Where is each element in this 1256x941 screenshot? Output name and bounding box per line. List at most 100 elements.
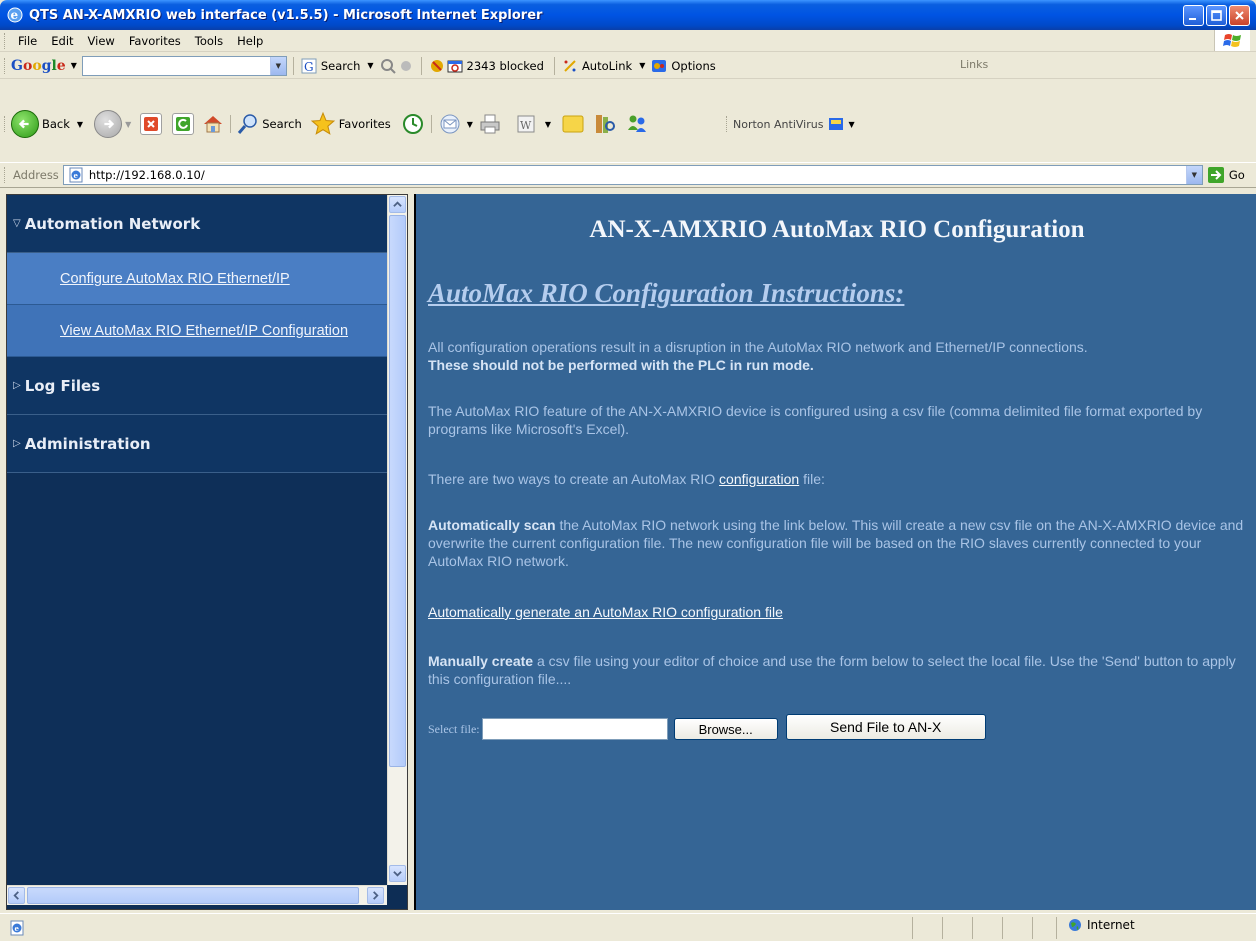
print-icon[interactable]	[478, 112, 502, 136]
configuration-link[interactable]: configuration	[719, 471, 799, 487]
nav-section-automation-network[interactable]: ▽ Automation Network	[7, 195, 387, 253]
google-search-input[interactable]: ▼	[81, 55, 287, 76]
content-frame: AN-X-AMXRIO AutoMax RIO Configuration Au…	[414, 194, 1256, 910]
browse-button[interactable]: Browse...	[673, 718, 778, 740]
go-arrow-icon	[1207, 166, 1225, 184]
nav-link-view-automax-rio-config[interactable]: View AutoMax RIO Ethernet/IP Configurati…	[7, 305, 387, 357]
warning-bold: These should not be performed with the P…	[428, 357, 814, 373]
scroll-right-button[interactable]	[367, 887, 384, 904]
go-label: Go	[1228, 168, 1245, 182]
toolbar-grip[interactable]	[4, 32, 7, 49]
chevron-down-icon[interactable]: ▼	[125, 120, 131, 129]
favorites-star-icon[interactable]	[310, 111, 336, 137]
search-icon[interactable]	[237, 113, 259, 135]
autolink-label[interactable]: AutoLink	[582, 59, 632, 73]
chevron-down-icon[interactable]: ▼	[367, 61, 373, 70]
autolink-icon[interactable]	[561, 57, 579, 75]
menu-edit[interactable]: Edit	[44, 34, 80, 48]
svg-text:e: e	[15, 924, 20, 933]
window-title: QTS AN-X-AMXRIO web interface (v1.5.5) -…	[29, 7, 543, 23]
warning-paragraph: All configuration operations result in a…	[428, 339, 1088, 373]
maximize-button[interactable]	[1206, 4, 1227, 26]
go-button[interactable]: Go	[1207, 166, 1245, 184]
highlight-icon[interactable]	[397, 57, 415, 75]
nav-link-configure-automax-rio[interactable]: Configure AutoMax RIO Ethernet/IP	[7, 253, 387, 305]
instructions-heading[interactable]: AutoMax RIO Configuration Instructions:	[428, 278, 904, 309]
scroll-down-button[interactable]	[389, 865, 406, 882]
pagerank-icon[interactable]	[379, 57, 397, 75]
favorites-button[interactable]: Favorites	[339, 117, 391, 131]
norton-antivirus-label[interactable]: Norton AntiVirus	[733, 118, 823, 131]
google-search-label[interactable]: Search	[321, 59, 361, 73]
google-toolbar: Google ▼ ▼ G Search ▼ 2343 blocked AutoL…	[0, 53, 1256, 79]
page-icon: e	[67, 166, 85, 184]
norton-icon[interactable]	[827, 115, 845, 133]
menu-view[interactable]: View	[81, 34, 122, 48]
two-ways-paragraph: There are two ways to create an AutoMax …	[428, 471, 825, 487]
search-button[interactable]: Search	[262, 117, 302, 131]
chevron-down-icon[interactable]: ▼	[467, 120, 473, 129]
chevron-down-icon[interactable]: ▼	[545, 120, 551, 129]
options-icon[interactable]	[650, 57, 668, 75]
google-logo[interactable]: Google	[11, 58, 66, 74]
title-bar[interactable]: e QTS AN-X-AMXRIO web interface (v1.5.5)…	[0, 0, 1256, 30]
nav-section-log-files[interactable]: ▷ Log Files	[7, 357, 387, 415]
vertical-scrollbar[interactable]	[387, 195, 407, 885]
menu-file[interactable]: File	[11, 34, 44, 48]
google-search-icon[interactable]: G	[300, 57, 318, 75]
home-icon[interactable]	[202, 113, 224, 135]
back-arrow-icon[interactable]	[11, 110, 39, 138]
toolbar-grip[interactable]	[4, 57, 7, 74]
scroll-thumb[interactable]	[389, 215, 406, 767]
address-input[interactable]: e http://192.168.0.10/ ▼	[62, 165, 1203, 185]
file-path-input[interactable]	[481, 718, 668, 740]
popup-blocker-icon[interactable]	[446, 57, 464, 75]
separator	[508, 115, 509, 133]
forward-arrow-icon[interactable]	[94, 110, 123, 138]
send-file-button[interactable]: Send File to AN-X	[785, 714, 986, 740]
svg-text:W: W	[520, 119, 532, 132]
chevron-down-icon[interactable]: ▼	[269, 56, 286, 75]
messenger-icon[interactable]	[624, 112, 650, 136]
standard-toolbar: Back ▼ ▼ Search Favorites ▼ W ▼ Norton A…	[0, 80, 1256, 168]
chevron-down-icon[interactable]: ▼	[71, 61, 77, 70]
auto-scan-paragraph: Automatically scan the AutoMax RIO netwo…	[428, 517, 1244, 569]
nav-section-label: Administration	[24, 434, 151, 453]
stop-icon[interactable]	[140, 113, 163, 135]
popup-icon[interactable]	[428, 57, 446, 75]
navigation-menu: ▽ Automation Network Configure AutoMax R…	[7, 195, 387, 885]
links-label[interactable]: Links	[960, 58, 988, 71]
chevron-down-icon[interactable]: ▼	[848, 120, 854, 129]
research-icon[interactable]	[592, 112, 618, 136]
status-cell	[912, 916, 942, 939]
scroll-left-button[interactable]	[8, 887, 25, 904]
edit-word-icon[interactable]: W	[515, 113, 537, 135]
navigation-frame: ▽ Automation Network Configure AutoMax R…	[6, 194, 408, 910]
refresh-icon[interactable]	[172, 113, 195, 135]
chevron-down-icon[interactable]: ▼	[1185, 166, 1202, 184]
separator	[553, 56, 555, 75]
menu-favorites[interactable]: Favorites	[122, 34, 188, 48]
chevron-down-icon[interactable]: ▼	[639, 61, 645, 70]
separator	[230, 115, 232, 133]
options-label[interactable]: Options	[671, 59, 715, 73]
blocked-count[interactable]: 2343 blocked	[467, 59, 544, 73]
close-button[interactable]	[1229, 4, 1250, 26]
menu-help[interactable]: Help	[230, 34, 270, 48]
scroll-thumb[interactable]	[27, 887, 359, 904]
history-icon[interactable]	[401, 112, 425, 136]
toolbar-grip[interactable]	[4, 167, 7, 183]
menu-tools[interactable]: Tools	[188, 34, 230, 48]
back-button[interactable]: Back	[42, 117, 70, 131]
address-url[interactable]: http://192.168.0.10/	[89, 168, 1186, 182]
nav-section-administration[interactable]: ▷ Administration	[7, 415, 387, 473]
generate-config-link[interactable]: Automatically generate an AutoMax RIO co…	[428, 604, 783, 620]
toolbar-grip[interactable]	[726, 116, 729, 132]
toolbar-grip[interactable]	[4, 116, 7, 132]
scroll-up-button[interactable]	[389, 196, 406, 213]
discuss-icon[interactable]	[560, 112, 586, 136]
mail-icon[interactable]	[438, 112, 464, 136]
minimize-button[interactable]	[1183, 4, 1204, 26]
horizontal-scrollbar[interactable]	[7, 885, 387, 905]
chevron-down-icon[interactable]: ▼	[77, 120, 83, 129]
